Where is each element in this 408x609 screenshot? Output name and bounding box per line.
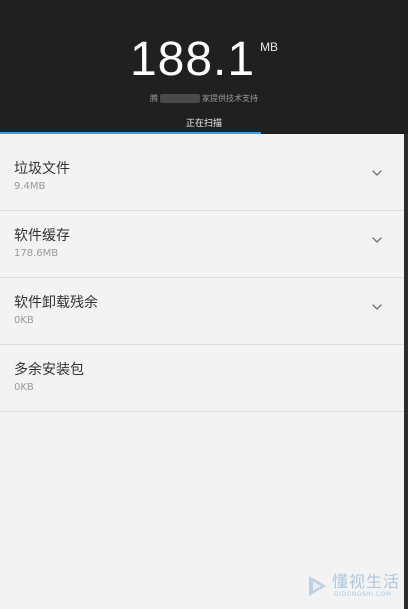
support-suffix: 家提供技术支持 — [202, 94, 258, 103]
list-item-uninstall-residue[interactable]: 软件卸载残余 0KB — [0, 278, 404, 345]
item-size: 0KB — [14, 315, 34, 326]
cleanup-screen: 188.1 MB 腾 家提供技术支持 正在扫描 垃圾文件 9.4MB 软件缓存 17… — [0, 0, 408, 609]
support-prefix: 腾 — [150, 94, 158, 103]
item-title: 软件卸载残余 — [14, 295, 98, 311]
blurred-region — [160, 94, 200, 103]
scan-category-list: 垃圾文件 9.4MB 软件缓存 178.6MB 软件卸载残余 0KB 多余安装包… — [0, 144, 404, 412]
item-size: 9.4MB — [14, 181, 46, 192]
scan-progress-bar — [0, 132, 408, 134]
play-logo-icon — [304, 573, 330, 599]
watermark-subtext: DIDONGSHI.COM — [334, 591, 392, 598]
scanned-size-value: 188.1 — [129, 33, 256, 86]
list-item-app-cache[interactable]: 软件缓存 178.6MB — [0, 211, 404, 278]
chevron-down-icon[interactable] — [372, 302, 382, 312]
item-title: 垃圾文件 — [14, 161, 70, 177]
item-size: 178.6MB — [14, 248, 59, 259]
watermark: 懂视生活 DIDONGSHI.COM — [304, 571, 400, 603]
scan-progress-fill — [0, 132, 262, 134]
item-title: 软件缓存 — [14, 228, 70, 244]
scanned-size: 188.1 MB — [0, 33, 408, 87]
item-title: 多余安装包 — [14, 362, 84, 378]
side-strip — [404, 134, 408, 609]
scan-header: 188.1 MB 腾 家提供技术支持 正在扫描 — [0, 0, 408, 134]
watermark-text: 懂视生活 — [332, 572, 401, 591]
list-item-junk-files[interactable]: 垃圾文件 9.4MB — [0, 144, 404, 211]
scanned-size-unit: MB — [260, 40, 279, 54]
item-size: 0KB — [14, 382, 34, 393]
chevron-down-icon[interactable] — [372, 168, 382, 178]
scan-status: 正在扫描 — [185, 119, 222, 129]
list-item-redundant-packages[interactable]: 多余安装包 0KB — [0, 345, 404, 412]
chevron-down-icon[interactable] — [372, 235, 382, 245]
tech-support-text: 腾 家提供技术支持 — [0, 93, 408, 105]
